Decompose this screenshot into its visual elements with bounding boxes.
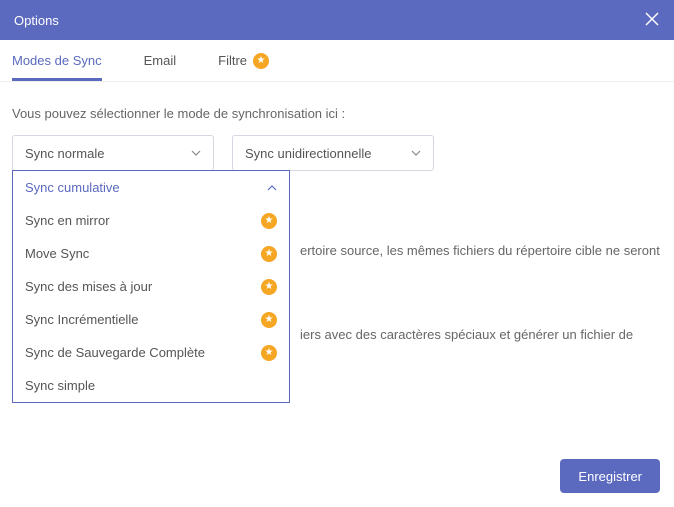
star-icon: ★ [261,279,277,295]
dropdown-option-mirror[interactable]: Sync en mirror ★ [13,204,289,237]
star-icon: ★ [261,246,277,262]
select-value: Sync normale [25,146,104,161]
option-label: Sync des mises à jour [25,279,152,294]
chevron-up-icon [267,183,277,193]
star-icon: ★ [253,53,269,69]
close-button[interactable] [644,11,660,30]
tab-label: Filtre [218,53,247,68]
select-value: Sync unidirectionnelle [245,146,371,161]
option-label: Sync Incrémentielle [25,312,138,327]
tab-label: Modes de Sync [12,53,102,68]
sync-mode-left-select[interactable]: Sync normale [12,135,214,171]
tab-email[interactable]: Email [144,41,177,80]
tab-filtre[interactable]: Filtre ★ [218,41,269,81]
dropdown-option-updates[interactable]: Sync des mises à jour ★ [13,270,289,303]
chevron-down-icon [411,148,421,158]
description-text-line1: ertoire source, les mêmes fichiers du ré… [300,242,660,260]
dropdown-option-backup[interactable]: Sync de Sauvegarde Complète ★ [13,336,289,369]
selects-row: Sync normale Sync unidirectionnelle [12,135,662,171]
star-icon: ★ [261,312,277,328]
tab-label: Email [144,53,177,68]
option-label: Sync en mirror [25,213,110,228]
sync-mode-right-select[interactable]: Sync unidirectionnelle [232,135,434,171]
content: Vous pouvez sélectionner le mode de sync… [0,82,674,171]
option-label: Sync cumulative [25,180,120,195]
sync-mode-dropdown: Sync cumulative Sync en mirror ★ Move Sy… [12,170,290,403]
tabs: Modes de Sync Email Filtre ★ [0,40,674,82]
dropdown-option-cumulative[interactable]: Sync cumulative [13,171,289,204]
tab-modes-de-sync[interactable]: Modes de Sync [12,41,102,80]
option-label: Sync de Sauvegarde Complète [25,345,205,360]
star-icon: ★ [261,345,277,361]
chevron-down-icon [191,148,201,158]
option-label: Sync simple [25,378,95,393]
instruction-text: Vous pouvez sélectionner le mode de sync… [12,106,662,121]
dropdown-option-simple[interactable]: Sync simple [13,369,289,402]
option-label: Move Sync [25,246,89,261]
window-title: Options [14,13,59,28]
footer: Enregistrer [560,459,660,493]
dropdown-option-incremental[interactable]: Sync Incrémentielle ★ [13,303,289,336]
close-icon [644,11,660,27]
titlebar: Options [0,0,674,40]
dropdown-option-move[interactable]: Move Sync ★ [13,237,289,270]
description-text-line2: iers avec des caractères spéciaux et gén… [300,326,633,344]
save-button[interactable]: Enregistrer [560,459,660,493]
star-icon: ★ [261,213,277,229]
